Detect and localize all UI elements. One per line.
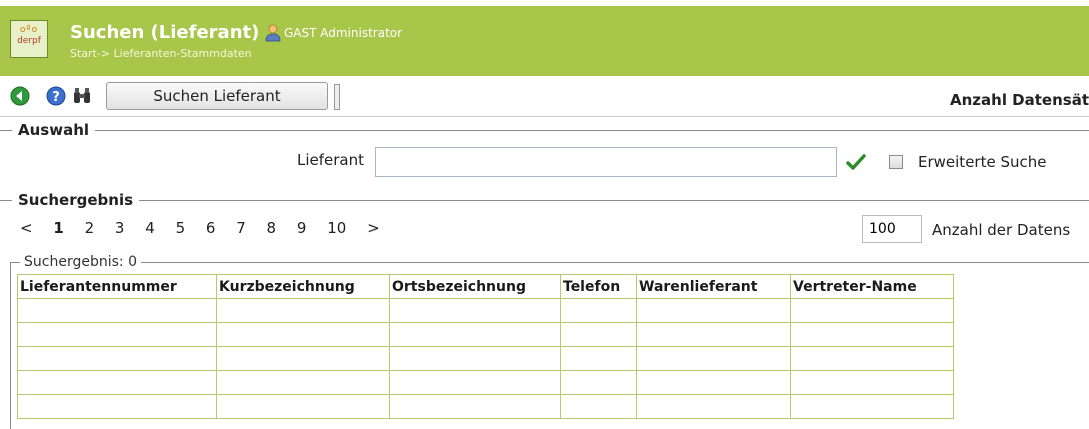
user-icon	[265, 24, 281, 42]
pager: < 1 2 3 4 5 6 7 8 9 10 >	[20, 219, 396, 237]
toolbar: ? Suchen Lieferant Anzahl Datensät	[0, 78, 1089, 117]
table-cell	[389, 298, 561, 323]
app-header: oºo derpf Suchen (Lieferant) GAST Admini…	[0, 6, 1089, 76]
table-cell	[389, 346, 561, 371]
supplier-input[interactable]	[375, 147, 837, 177]
table-row[interactable]	[17, 298, 954, 323]
results-count-legend: Suchergebnis: 0	[20, 254, 141, 270]
column-header[interactable]: Lieferantennummer	[17, 274, 217, 299]
table-cell	[560, 346, 637, 371]
auswahl-title: Auswahl	[12, 121, 96, 139]
auswahl-divider	[0, 130, 1089, 131]
pager-page-6[interactable]: 6	[206, 219, 216, 237]
table-cell	[636, 394, 791, 419]
table-cell	[216, 394, 390, 419]
user-name: GAST Administrator	[284, 26, 403, 40]
pager-page-2[interactable]: 2	[85, 219, 95, 237]
table-row[interactable]	[17, 322, 954, 347]
table-cell	[790, 346, 954, 371]
suchergebnis-title: Suchergebnis	[12, 191, 140, 209]
pager-next[interactable]: >	[367, 219, 380, 237]
table-cell	[17, 370, 217, 395]
column-header[interactable]: Telefon	[560, 274, 637, 299]
supplier-label: Lieferant	[297, 151, 365, 169]
per-page-input[interactable]	[862, 215, 922, 243]
table-cell	[790, 298, 954, 323]
table-cell	[790, 394, 954, 419]
table-row[interactable]	[17, 346, 954, 371]
suchergebnis-divider	[0, 200, 1089, 201]
table-cell	[560, 298, 637, 323]
page-title: Suchen (Lieferant)	[70, 22, 260, 43]
table-row[interactable]	[17, 394, 954, 419]
pager-page-9[interactable]: 9	[297, 219, 307, 237]
table-cell	[636, 322, 791, 347]
search-supplier-button[interactable]: Suchen Lieferant	[106, 82, 328, 110]
table-cell	[17, 298, 217, 323]
table-cell	[560, 394, 637, 419]
table-cell	[560, 322, 637, 347]
table-cell	[216, 346, 390, 371]
pager-page-3[interactable]: 3	[115, 219, 125, 237]
table-cell	[17, 346, 217, 371]
pager-page-7[interactable]: 7	[236, 219, 246, 237]
table-cell	[216, 322, 390, 347]
pager-page-4[interactable]: 4	[145, 219, 155, 237]
table-row[interactable]	[17, 370, 954, 395]
table-cell	[636, 298, 791, 323]
table-cell	[216, 370, 390, 395]
table-cell	[17, 394, 217, 419]
column-header[interactable]: Vertreter-Name	[790, 274, 954, 299]
extended-search-checkbox[interactable]	[889, 155, 903, 169]
table-cell	[790, 370, 954, 395]
pager-prev[interactable]: <	[20, 219, 33, 237]
extended-search-label: Erweiterte Suche	[918, 153, 1047, 171]
column-header[interactable]: Warenlieferant	[636, 274, 791, 299]
column-header[interactable]: Kurzbezeichnung	[216, 274, 390, 299]
app-logo: oºo derpf	[10, 20, 48, 58]
checkmark-icon[interactable]	[846, 153, 866, 171]
table-cell	[790, 322, 954, 347]
pager-page-1[interactable]: 1	[53, 219, 63, 237]
results-table: Lieferantennummer Kurzbezeichnung Ortsbe…	[17, 274, 954, 419]
pager-page-10[interactable]: 10	[327, 219, 346, 237]
svg-text:?: ?	[52, 90, 60, 105]
help-icon[interactable]: ?	[46, 86, 66, 106]
table-cell	[636, 370, 791, 395]
toolbar-separator	[334, 84, 340, 110]
breadcrumb[interactable]: Start-> Lieferanten-Stammdaten	[70, 47, 252, 60]
table-cell	[389, 370, 561, 395]
pager-page-8[interactable]: 8	[267, 219, 277, 237]
table-header-row: Lieferantennummer Kurzbezeichnung Ortsbe…	[17, 274, 954, 299]
pager-page-5[interactable]: 5	[176, 219, 186, 237]
table-cell	[636, 346, 791, 371]
record-count-label: Anzahl Datensät	[950, 91, 1089, 109]
per-page-label: Anzahl der Datens	[932, 221, 1071, 239]
table-cell	[389, 394, 561, 419]
table-cell	[560, 370, 637, 395]
column-header[interactable]: Ortsbezeichnung	[389, 274, 561, 299]
binoculars-icon[interactable]	[72, 86, 92, 106]
table-cell	[17, 322, 217, 347]
table-cell	[216, 298, 390, 323]
table-cell	[389, 322, 561, 347]
back-icon[interactable]	[10, 86, 30, 106]
